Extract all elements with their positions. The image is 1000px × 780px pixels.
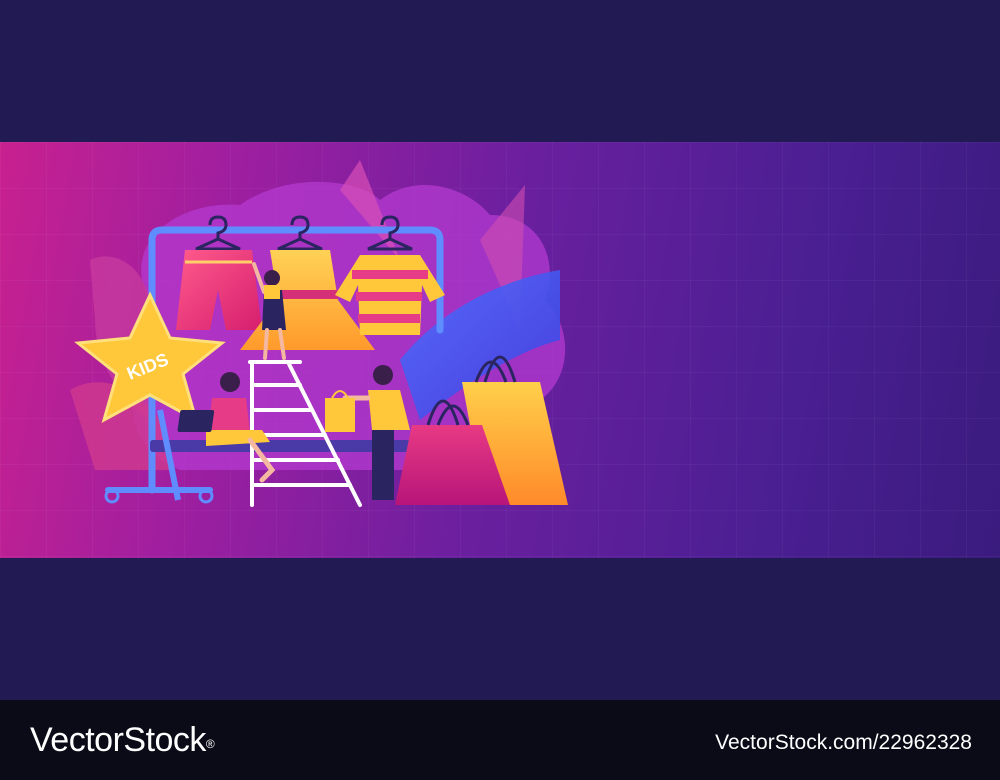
image-id: VectorStock.com/22962328 [715, 731, 972, 754]
kids-clothing-store-illustration: KIDS [70, 160, 568, 507]
vectorstock-logo: VectorStock® [30, 718, 215, 762]
brand-name: VectorStock [30, 721, 206, 759]
watermark-footer: VectorStock® VectorStock.com/22962328 [0, 700, 1000, 780]
registered-mark: ® [205, 737, 215, 751]
